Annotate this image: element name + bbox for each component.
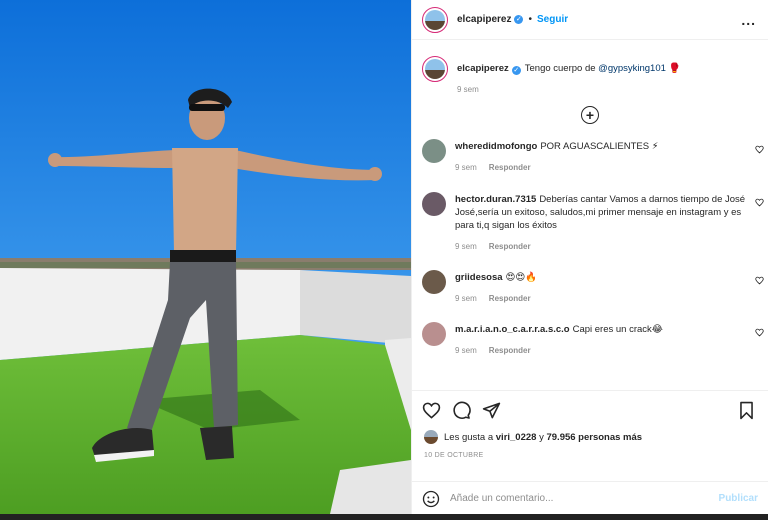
like-comment-heart-icon[interactable] [755,328,764,337]
caption-text: elcapiperez ✓ Tengo cuerpo de @gypsyking10… [457,62,758,75]
caption-mention-link[interactable]: @gypsyking101 [598,63,666,74]
caption-body: elcapiperez ✓ Tengo cuerpo de @gypsyking10… [457,56,758,94]
likes-count[interactable]: 79.956 personas más [546,432,642,443]
follow-button[interactable]: Seguir [537,14,568,25]
post-side-panel: elcapiperez ✓ • Seguir ... elcapiperez ✓ T… [411,0,768,514]
comment-time[interactable]: 9 sem [455,163,477,172]
likes-middle: y [536,431,547,443]
like-comment-heart-icon[interactable] [755,276,764,285]
comment-bubble-icon[interactable] [452,401,471,420]
post-caption: elcapiperez ✓ Tengo cuerpo de @gypsyking10… [412,40,768,94]
caption-text-before: Tengo cuerpo de [524,63,599,74]
like-heart-icon[interactable] [422,401,441,420]
post-header: elcapiperez ✓ • Seguir ... [412,0,768,40]
comment-avatar[interactable] [422,139,446,163]
comment-content: Capi eres un crack😂 [572,324,663,335]
instagram-post-view: elcapiperez ✓ • Seguir ... elcapiperez ✓ T… [0,0,768,520]
emoji-picker-icon[interactable] [422,490,440,508]
comment-username[interactable]: wheredidmofongo [455,141,537,152]
header-separator: • [528,14,532,25]
comment-username[interactable]: griidesosa [455,272,503,283]
comment-username[interactable]: hector.duran.7315 [455,194,536,205]
comment-item: wheredidmofongo POR AGUASCALIENTES ⚡ 9 se… [412,139,768,192]
comment-username[interactable]: m.a.r.i.a.n.o_c.a.r.r.a.s.c.o [455,324,570,335]
share-send-icon[interactable] [482,401,501,420]
liker-username[interactable]: viri_0228 [496,432,537,443]
like-comment-heart-icon[interactable] [755,145,764,154]
comment-avatar[interactable] [422,192,446,216]
reply-button[interactable]: Responder [489,242,531,251]
author-avatar-image [425,9,445,30]
comment-text: hector.duran.7315 Deberías cantar Vamos a… [455,193,758,232]
comment-time[interactable]: 9 sem [455,294,477,303]
comment-text: wheredidmofongo POR AGUASCALIENTES ⚡ [455,140,758,153]
comment-meta: 9 sem Responder [455,163,758,172]
action-icons-bar [412,391,768,429]
caption-username[interactable]: elcapiperez [457,63,509,74]
caption-avatar[interactable] [422,56,448,82]
comment-item: m.a.r.i.a.n.o_c.a.r.r.a.s.c.o Capi eres u… [412,322,768,374]
comment-content: POR AGUASCALIENTES ⚡ [540,141,659,152]
comment-text: m.a.r.i.a.n.o_c.a.r.r.a.s.c.o Capi eres u… [455,323,758,336]
post-date[interactable]: 10 DE OCTUBRE [412,445,768,459]
comment-body: m.a.r.i.a.n.o_c.a.r.r.a.s.c.o Capi eres u… [455,322,758,374]
post-comment-button[interactable]: Publicar [719,493,758,504]
post-photo[interactable] [0,0,411,514]
boxing-glove-emoji: 🥊 [668,63,681,74]
author-avatar[interactable] [422,6,448,33]
add-comment-bar: Publicar [412,481,768,515]
like-comment-heart-icon[interactable] [755,198,764,207]
comment-content: 😍😍🔥 [505,272,538,283]
liker-avatar[interactable] [424,430,438,444]
save-bookmark-icon[interactable] [737,401,756,420]
likes-summary: Les gusta a viri_0228 y 79.956 personas … [412,429,768,445]
comment-meta: 9 sem Responder [455,346,758,355]
comment-list: wheredidmofongo POR AGUASCALIENTES ⚡ 9 se… [412,139,768,374]
comment-body: hector.duran.7315 Deberías cantar Vamos a… [455,192,758,270]
comment-time[interactable]: 9 sem [455,242,477,251]
verified-badge-icon: ✓ [511,66,521,75]
comment-meta: 9 sem Responder [455,294,758,303]
verified-badge-icon: ✓ [514,15,524,24]
more-options-icon[interactable]: ... [741,12,756,28]
load-more-comments: + [412,106,768,124]
post-photo-image [0,0,411,514]
comment-item: hector.duran.7315 Deberías cantar Vamos a… [412,192,768,270]
caption-meta: 9 sem [457,85,758,94]
reply-button[interactable]: Responder [489,294,531,303]
load-more-comments-button[interactable]: + [581,106,599,124]
comments-section[interactable]: elcapiperez ✓ Tengo cuerpo de @gypsyking10… [412,40,768,390]
comment-meta: 9 sem Responder [455,242,758,251]
reply-button[interactable]: Responder [489,163,531,172]
reply-button[interactable]: Responder [489,346,531,355]
likes-text: Les gusta a viri_0228 y 79.956 personas … [444,432,642,443]
author-username[interactable]: elcapiperez [457,14,511,25]
comment-time[interactable]: 9 sem [455,346,477,355]
post-actions: Les gusta a viri_0228 y 79.956 personas … [412,390,768,514]
likes-prefix: Les gusta a [444,431,496,443]
comment-avatar[interactable] [422,270,446,294]
comment-body: griidesosa 😍😍🔥 9 sem Responder [455,270,758,322]
add-comment-input[interactable] [450,493,719,504]
comment-body: wheredidmofongo POR AGUASCALIENTES ⚡ 9 se… [455,139,758,192]
caption-time[interactable]: 9 sem [457,85,479,94]
comment-item: griidesosa 😍😍🔥 9 sem Responder [412,270,768,322]
comment-text: griidesosa 😍😍🔥 [455,271,758,284]
caption-avatar-image [425,59,445,79]
comment-avatar[interactable] [422,322,446,346]
